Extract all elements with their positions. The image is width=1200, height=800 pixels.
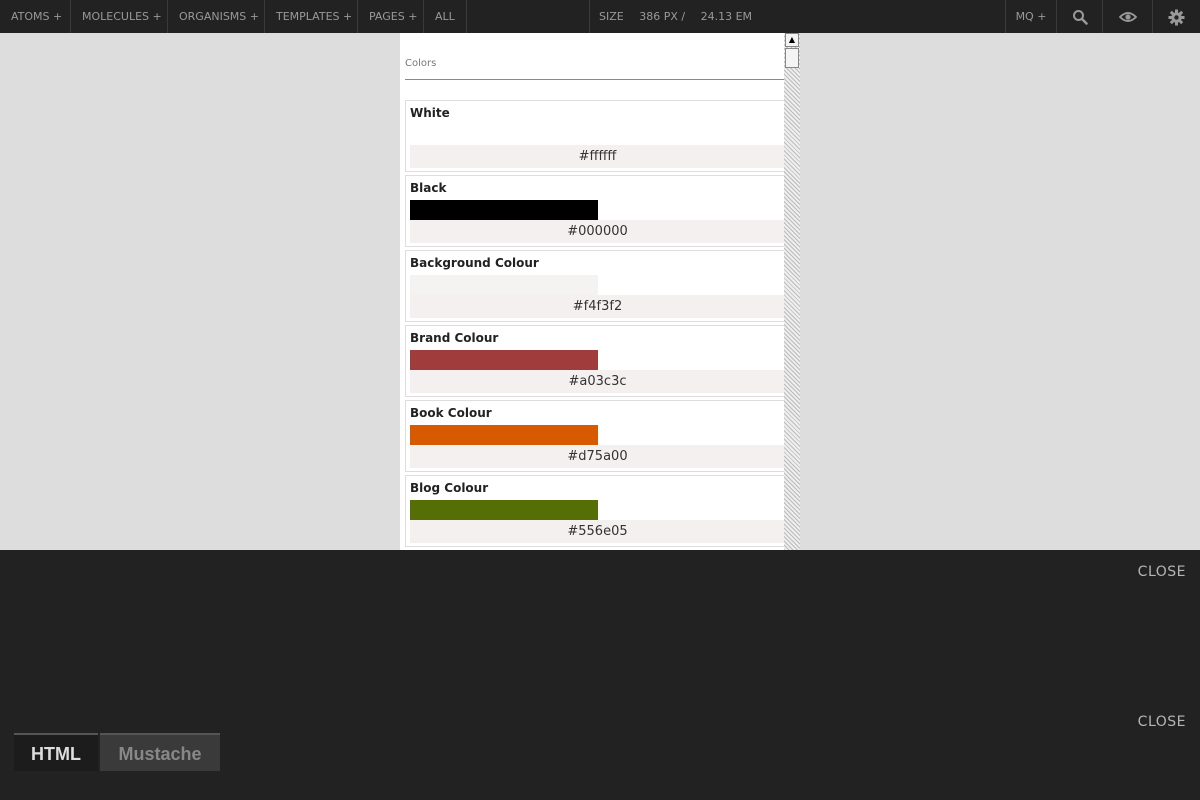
swatch-name: Book Colour bbox=[410, 406, 492, 420]
swatch-hex: #a03c3c bbox=[410, 370, 785, 393]
nav-organisms[interactable]: ORGANISMS + bbox=[168, 0, 265, 33]
swatch-blog: Blog Colour #556e05 bbox=[405, 475, 785, 547]
close-button[interactable]: CLOSE bbox=[1138, 564, 1186, 580]
color-chip bbox=[410, 200, 598, 220]
color-chip bbox=[410, 275, 598, 295]
swatch-black: Black #000000 bbox=[405, 175, 785, 247]
pattern-viewport[interactable]: Colors White #ffffff Black #000000 Backg… bbox=[400, 33, 800, 550]
swatch-name: Black bbox=[410, 181, 447, 195]
swatch-hex: #f4f3f2 bbox=[410, 295, 785, 318]
viewport-scrollbar[interactable]: ▲ bbox=[784, 33, 800, 550]
swatch-white: White #ffffff bbox=[405, 100, 785, 172]
tab-html[interactable]: HTML bbox=[14, 733, 98, 771]
swatch-brand: Brand Colour #a03c3c bbox=[405, 325, 785, 397]
code-panel: CLOSE CLOSE HTML Mustache bbox=[0, 550, 1200, 800]
size-label: SIZE bbox=[599, 10, 624, 23]
view-toggle-button[interactable] bbox=[1102, 0, 1152, 33]
mq-menu[interactable]: MQ + bbox=[1005, 0, 1056, 33]
size-px[interactable]: 386 PX / bbox=[639, 10, 685, 23]
viewport-size-readout: SIZE 386 PX / 24.13 EM bbox=[589, 0, 764, 33]
close-code-button[interactable]: CLOSE bbox=[1138, 714, 1186, 730]
swatch-hex: #000000 bbox=[410, 220, 785, 243]
search-icon bbox=[1072, 10, 1088, 25]
color-chip bbox=[410, 425, 598, 445]
eye-icon bbox=[1118, 12, 1137, 22]
swatch-name: White bbox=[410, 106, 450, 120]
size-em[interactable]: 24.13 EM bbox=[701, 10, 752, 23]
nav-templates[interactable]: TEMPLATES + bbox=[265, 0, 358, 33]
color-chip bbox=[410, 350, 598, 370]
section-title: Colors bbox=[405, 33, 784, 80]
tab-mustache[interactable]: Mustache bbox=[100, 733, 220, 771]
color-chip bbox=[410, 500, 598, 520]
swatch-list: White #ffffff Black #000000 Background C… bbox=[405, 100, 785, 547]
swatch-hex: #d75a00 bbox=[410, 445, 785, 468]
swatch-name: Blog Colour bbox=[410, 481, 489, 495]
nav-atoms[interactable]: ATOMS + bbox=[0, 0, 71, 33]
pattern-content: Colors White #ffffff Black #000000 Backg… bbox=[405, 33, 785, 550]
nav-molecules[interactable]: MOLECULES + bbox=[71, 0, 168, 33]
top-nav: ATOMS + MOLECULES + ORGANISMS + TEMPLATE… bbox=[0, 0, 1200, 33]
scroll-up-arrow-icon[interactable]: ▲ bbox=[785, 33, 799, 47]
settings-button[interactable] bbox=[1152, 0, 1200, 33]
scroll-thumb[interactable] bbox=[785, 48, 799, 68]
swatch-book: Book Colour #d75a00 bbox=[405, 400, 785, 472]
swatch-name: Background Colour bbox=[410, 256, 539, 270]
nav-all[interactable]: ALL bbox=[424, 0, 467, 33]
color-chip bbox=[410, 125, 598, 145]
swatch-hex: #ffffff bbox=[410, 145, 785, 168]
swatch-name: Brand Colour bbox=[410, 331, 499, 345]
nav-pages[interactable]: PAGES + bbox=[358, 0, 424, 33]
swatch-background: Background Colour #f4f3f2 bbox=[405, 250, 785, 322]
gear-icon bbox=[1168, 9, 1185, 25]
swatch-hex: #556e05 bbox=[410, 520, 785, 543]
search-button[interactable] bbox=[1056, 0, 1102, 33]
